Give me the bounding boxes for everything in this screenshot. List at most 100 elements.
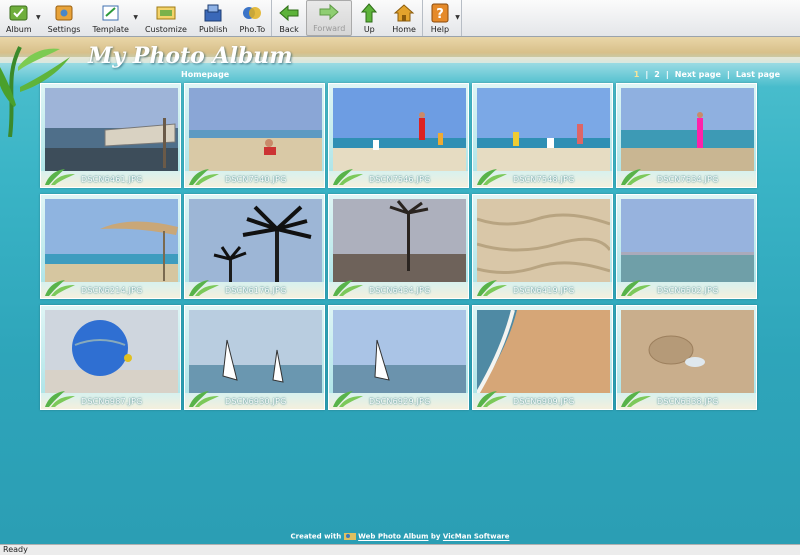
photo-preview bbox=[45, 88, 178, 172]
leaf-decoration-icon bbox=[475, 168, 509, 186]
photo-image[interactable] bbox=[333, 199, 466, 283]
back-button[interactable]: Back bbox=[272, 0, 306, 36]
toolbar-group-help: ? Help ▼ bbox=[423, 0, 462, 36]
photo-caption: DSCN6502.JPG bbox=[657, 286, 719, 295]
photo-image[interactable] bbox=[621, 199, 754, 283]
photo-thumbnail[interactable]: DSCN6909.JPG bbox=[472, 305, 613, 410]
photo-caption: DSCN6214.JPG bbox=[81, 286, 143, 295]
photo-thumbnail[interactable]: DSCN6987.JPG bbox=[40, 305, 181, 410]
album-title: My Photo Album bbox=[88, 43, 293, 69]
album-button[interactable]: Album ▼ bbox=[0, 0, 42, 36]
publish-button[interactable]: Publish bbox=[193, 0, 234, 36]
pager-separator: | bbox=[645, 70, 649, 79]
photo-image[interactable] bbox=[621, 88, 754, 172]
leaf-decoration-icon bbox=[331, 168, 365, 186]
photo-caption: DSCN6434.JPG bbox=[369, 286, 431, 295]
photo-image[interactable] bbox=[45, 88, 178, 172]
photo-caption: DSCN6461.JPG bbox=[81, 175, 143, 184]
customize-button[interactable]: Customize bbox=[139, 0, 193, 36]
pager-separator: | bbox=[726, 70, 730, 79]
forward-button[interactable]: Forward bbox=[306, 0, 353, 36]
photo-image[interactable] bbox=[477, 199, 610, 283]
leaf-decoration-icon bbox=[475, 279, 509, 297]
photo-image[interactable] bbox=[189, 310, 322, 394]
photo-thumbnail[interactable]: DSCN7540.JPG bbox=[184, 83, 325, 188]
photo-preview bbox=[189, 310, 322, 394]
customize-icon bbox=[155, 3, 177, 23]
pager-separator: | bbox=[665, 70, 669, 79]
leaf-decoration-icon bbox=[619, 279, 653, 297]
photo-image[interactable] bbox=[621, 310, 754, 394]
photo-image[interactable] bbox=[477, 88, 610, 172]
thumbnail-grid: DSCN6461.JPG DSCN7540.JPG DSCN7546.JPG DSCN… bbox=[40, 83, 760, 410]
home-icon bbox=[393, 3, 415, 23]
leaf-decoration-icon bbox=[475, 390, 509, 408]
template-icon bbox=[100, 3, 122, 23]
photo-thumbnail[interactable]: DSCN7548.JPG bbox=[472, 83, 613, 188]
home-button[interactable]: Home bbox=[386, 0, 422, 36]
photo-caption: DSCN7540.JPG bbox=[225, 175, 287, 184]
photo-preview bbox=[333, 199, 466, 283]
photo-thumbnail[interactable]: DSCN6461.JPG bbox=[40, 83, 181, 188]
back-arrow-icon bbox=[278, 3, 300, 23]
photo-caption: DSCN6930.JPG bbox=[225, 397, 287, 406]
photo-image[interactable] bbox=[333, 310, 466, 394]
main-toolbar: Album ▼ Settings Template ▼ Customize Pu… bbox=[0, 0, 800, 37]
pho-to-icon bbox=[241, 3, 263, 23]
up-arrow-icon bbox=[358, 3, 380, 23]
homepage-link[interactable]: Homepage bbox=[181, 70, 229, 79]
photo-image[interactable] bbox=[45, 199, 178, 283]
forward-arrow-icon bbox=[318, 2, 340, 22]
chevron-down-icon[interactable]: ▼ bbox=[455, 14, 460, 21]
photo-thumbnail[interactable]: DSCN6930.JPG bbox=[184, 305, 325, 410]
photo-caption: DSCN6338.JPG bbox=[657, 397, 719, 406]
help-button[interactable]: ? Help ▼ bbox=[423, 0, 461, 36]
photo-image[interactable] bbox=[189, 199, 322, 283]
photo-caption: DSCN6909.JPG bbox=[513, 397, 575, 406]
status-bar: Ready bbox=[0, 544, 800, 555]
settings-icon bbox=[53, 3, 75, 23]
photo-preview bbox=[189, 199, 322, 283]
photo-image[interactable] bbox=[477, 310, 610, 394]
help-icon: ? bbox=[429, 3, 451, 23]
chevron-down-icon[interactable]: ▼ bbox=[133, 14, 138, 21]
album-icon bbox=[8, 3, 30, 23]
photo-image[interactable] bbox=[189, 88, 322, 172]
photo-preview bbox=[621, 88, 754, 172]
photo-image[interactable] bbox=[333, 88, 466, 172]
chevron-down-icon[interactable]: ▼ bbox=[36, 14, 41, 21]
photo-preview bbox=[621, 199, 754, 283]
toolbar-group-album: Album ▼ Settings Template ▼ Customize Pu… bbox=[0, 0, 273, 36]
web-photo-album-link[interactable]: Web Photo Album bbox=[358, 533, 428, 541]
leaf-decoration-icon bbox=[331, 279, 365, 297]
leaf-decoration-icon bbox=[43, 279, 77, 297]
up-button[interactable]: Up bbox=[352, 0, 386, 36]
album-preview: My Photo Album Homepage 1 | 2 | Next pag… bbox=[0, 37, 800, 544]
photo-thumbnail[interactable]: DSCN6434.JPG bbox=[328, 194, 469, 299]
leaf-decoration-icon bbox=[331, 390, 365, 408]
next-page-link[interactable]: Next page bbox=[675, 70, 721, 79]
photo-preview bbox=[45, 310, 178, 394]
photo-thumbnail[interactable]: DSCN7634.JPG bbox=[616, 83, 757, 188]
leaf-decoration-icon bbox=[619, 390, 653, 408]
photo-image[interactable] bbox=[45, 310, 178, 394]
created-with-label: Created with bbox=[290, 532, 342, 541]
page-1-link[interactable]: 1 bbox=[634, 70, 640, 79]
settings-button[interactable]: Settings bbox=[42, 0, 87, 36]
photo-thumbnail[interactable]: DSCN6502.JPG bbox=[616, 194, 757, 299]
footer: Created with Web Photo Album by VicMan S… bbox=[0, 532, 800, 541]
photo-thumbnail[interactable]: DSCN6419.JPG bbox=[472, 194, 613, 299]
photo-thumbnail[interactable]: DSCN6338.JPG bbox=[616, 305, 757, 410]
photo-thumbnail[interactable]: DSCN6176.JPG bbox=[184, 194, 325, 299]
photo-thumbnail[interactable]: DSCN6929.JPG bbox=[328, 305, 469, 410]
photo-thumbnail[interactable]: DSCN6214.JPG bbox=[40, 194, 181, 299]
vicman-software-link[interactable]: VicMan Software bbox=[443, 533, 510, 541]
photo-thumbnail[interactable]: DSCN7546.JPG bbox=[328, 83, 469, 188]
pho-to-button[interactable]: Pho.To bbox=[233, 0, 271, 36]
publish-icon bbox=[202, 3, 224, 23]
toolbar-group-navigation: Back Forward Up Home bbox=[272, 0, 423, 36]
template-button[interactable]: Template ▼ bbox=[86, 0, 139, 36]
photo-preview bbox=[189, 88, 322, 172]
last-page-link[interactable]: Last page bbox=[736, 70, 780, 79]
page-2-link[interactable]: 2 bbox=[654, 70, 660, 79]
